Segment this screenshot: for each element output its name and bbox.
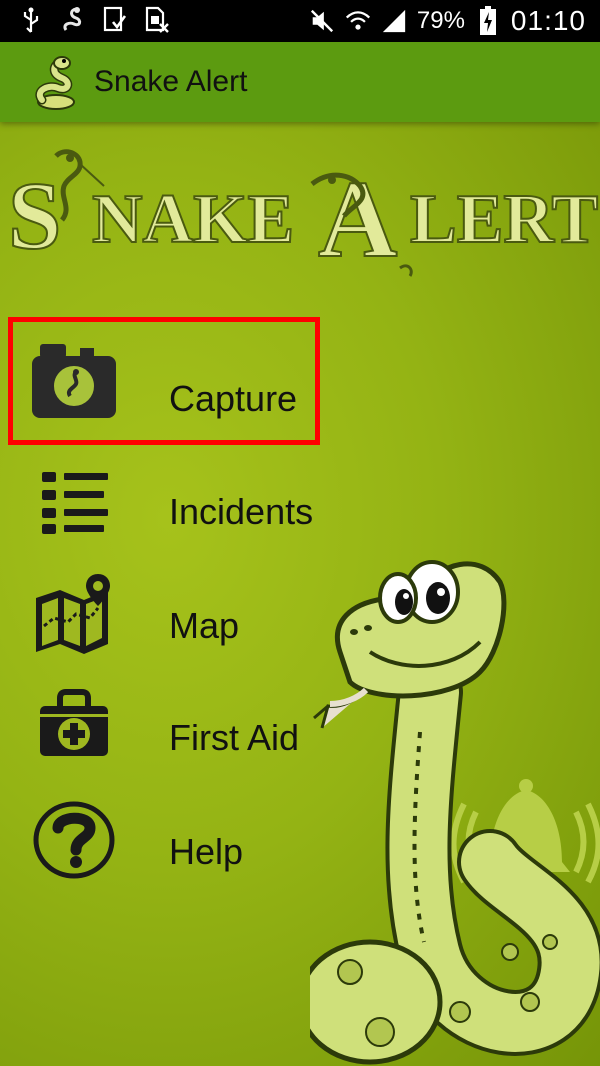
menu-label-map: Map [169,605,240,646]
menu-label-capture: Capture [169,378,298,419]
snake-notification-icon [60,6,86,34]
status-system-icons: 79% 01:10 [309,4,586,38]
signal-icon [381,7,407,35]
svg-text:LERT: LERT [410,181,598,258]
status-notification-icons [18,6,170,34]
snake-logo-icon[interactable] [30,54,82,110]
battery-percent: 79% [416,7,465,34]
menu-label-incidents: Incidents [169,491,314,532]
menu-item-map[interactable]: Map [0,558,340,668]
usb-icon [18,6,44,34]
clock: 01:10 [510,5,586,36]
status-bar: 79% 01:10 [0,0,600,42]
app-title: Snake Alert [94,65,248,98]
battery-charging-icon [475,6,501,35]
menu-label-first-aid: First Aid [169,717,300,758]
menu-label-help: Help [169,831,244,872]
svg-text:S: S [8,162,61,269]
first-aid-kit-icon [28,684,120,770]
map-icon [28,572,120,658]
menu-item-help[interactable]: Help [0,784,340,894]
svg-text:NAKE: NAKE [92,181,294,258]
main-content: S NAKE A LERT Capture Incidents Map Firs… [0,122,600,1066]
list-icon [28,458,120,544]
sim-card-icon [144,6,170,34]
snake-mascot-illustration [297,532,600,1066]
menu-item-incidents[interactable]: Incidents [0,444,340,554]
menu-item-capture[interactable]: Capture [0,326,340,436]
wifi-icon [345,7,371,35]
snake-alert-banner: S NAKE A LERT [0,146,600,296]
help-icon [28,798,120,884]
camera-icon [28,340,120,426]
download-done-icon [102,6,128,34]
mute-icon [309,7,335,35]
app-bar: Snake Alert [0,42,600,122]
menu-item-first-aid[interactable]: First Aid [0,670,340,780]
